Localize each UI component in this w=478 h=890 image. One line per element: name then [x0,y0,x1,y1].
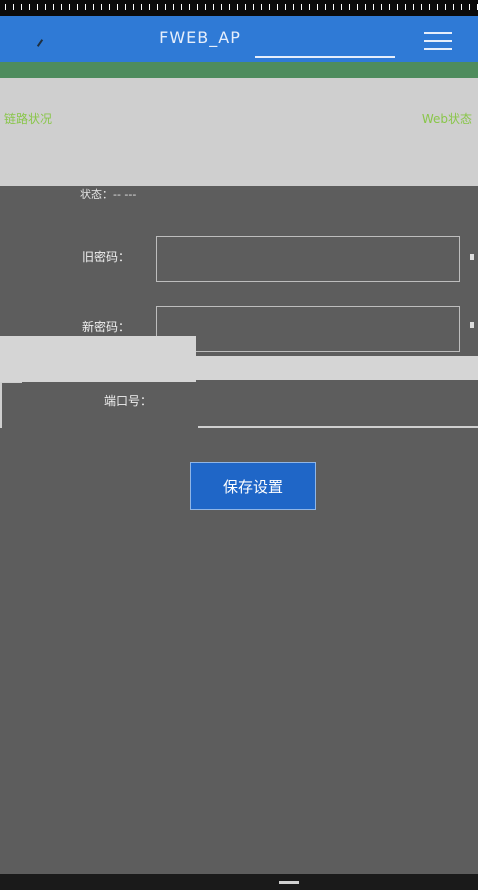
save-button[interactable]: 保存设置 [190,462,316,510]
page-title: FWEB_AP [159,28,241,47]
old-password-label: 旧密码： [82,250,131,264]
nav-bar [0,874,478,890]
status-bar [0,0,478,16]
info-panel [0,78,478,186]
overlay-block [196,356,478,380]
new-password-label: 新密码： [82,320,131,334]
field-marker [470,322,474,328]
port-label: 端口号： [104,394,153,408]
link-status-label: 链路状况 [4,112,53,126]
field-marker [470,254,474,260]
port-field-underline[interactable] [198,426,478,428]
status-text: 状态：-- --- [80,188,137,201]
overlay-block [0,336,196,382]
overlay-block [0,382,22,428]
old-password-field[interactable] [156,236,460,282]
home-indicator[interactable] [279,881,299,884]
title-bar: FWEB_AP [0,16,478,62]
title-divider [255,56,395,58]
menu-icon[interactable] [424,30,454,52]
new-password-field[interactable] [156,306,460,352]
back-arrow-icon[interactable] [36,39,44,47]
web-status-label: Web状态 [421,112,472,126]
status-strip [0,62,478,78]
